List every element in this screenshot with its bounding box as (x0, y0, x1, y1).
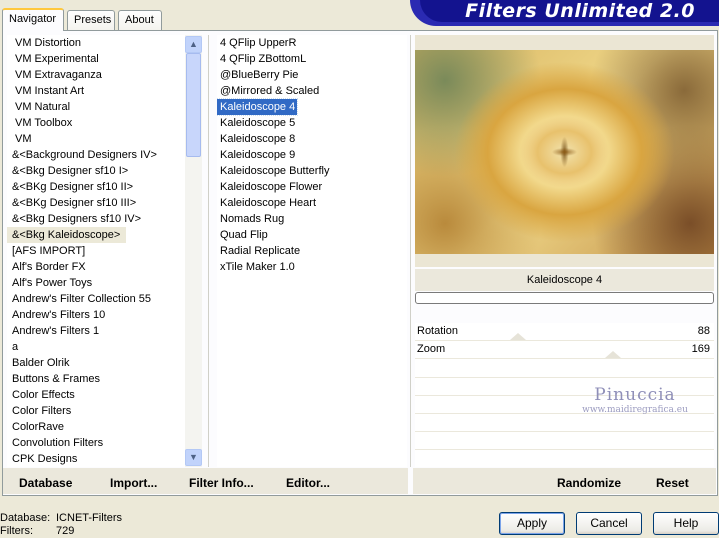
divider (410, 35, 411, 467)
randomize-button[interactable]: Randomize (557, 476, 621, 490)
list-item[interactable]: Kaleidoscope Heart (217, 195, 407, 211)
list-item[interactable]: xTile Maker 1.0 (217, 259, 407, 275)
list-item[interactable]: Kaleidoscope 9 (217, 147, 407, 163)
list-item[interactable]: Kaleidoscope Flower (217, 179, 407, 195)
watermark: Pinuccia www.maidiregrafica.eu (570, 385, 700, 415)
database-button[interactable]: Database (19, 476, 72, 490)
list-item[interactable]: &<Bkg Designer sf10 I> (7, 163, 185, 179)
list-item[interactable]: Alf's Power Toys (7, 275, 185, 291)
list-item[interactable]: Color Effects (7, 387, 185, 403)
slider-row-empty (415, 449, 714, 450)
list-item[interactable]: 4 QFlip ZBottomL (217, 51, 407, 67)
scroll-thumb[interactable] (186, 53, 201, 157)
list-item[interactable]: Nomads Rug (217, 211, 407, 227)
list-item[interactable]: Andrew's Filter Collection 55 (7, 291, 185, 307)
list-item[interactable]: Alf's Border FX (7, 259, 185, 275)
list-item[interactable]: Andrew's Filters 1 (7, 323, 185, 339)
slider-marker (605, 351, 622, 358)
scroll-up-button[interactable]: ▲ (185, 36, 202, 53)
slider-label: Zoom (417, 343, 446, 355)
list-item[interactable]: Kaleidoscope Butterfly (217, 163, 407, 179)
editor-button[interactable]: Editor... (286, 476, 330, 490)
slider-value: 88 (697, 325, 710, 337)
tab-about[interactable]: About (118, 10, 162, 30)
slider-row-empty (415, 377, 714, 378)
preview-filter-name: Kaleidoscope 4 (415, 269, 714, 291)
category-list[interactable]: VM Distortion VM Experimental VM Extravaga… (7, 35, 185, 467)
list-item[interactable]: Convolution Filters (7, 435, 185, 451)
divider (208, 35, 209, 467)
list-item[interactable]: Color Filters (7, 403, 185, 419)
app-banner-title: Filters Unlimited 2.0 (420, 0, 719, 22)
list-item[interactable]: &<Bkg Designers sf10 IV> (7, 211, 185, 227)
list-item[interactable]: [AFS IMPORT] (7, 243, 185, 259)
list-item[interactable]: VM Experimental (7, 51, 185, 67)
category-scrollbar[interactable]: ▲ ▼ (185, 35, 202, 467)
list-item[interactable]: VM Distortion (7, 35, 185, 51)
list-item[interactable]: &<BKg Designer sf10 II> (7, 179, 185, 195)
tab-navigator[interactable]: Navigator (2, 8, 64, 31)
status-area: Database: ICNET-Filters Filters: 729 (0, 512, 122, 538)
list-item[interactable]: @Mirrored & Scaled (217, 83, 407, 99)
preview-area (415, 35, 714, 267)
list-item[interactable]: 4 QFlip UpperR (217, 35, 407, 51)
list-item[interactable]: Kaleidoscope 5 (217, 115, 407, 131)
progress-bar (415, 292, 714, 304)
list-item[interactable]: &<BKg Designer sf10 III> (7, 195, 185, 211)
slider-label: Rotation (417, 325, 458, 337)
filter-list[interactable]: 4 QFlip UpperR 4 QFlip ZBottomL @BlueBerry… (217, 35, 407, 467)
list-item[interactable]: Buttons & Frames (7, 371, 185, 387)
scroll-down-button[interactable]: ▼ (185, 449, 202, 466)
list-item[interactable]: VM Natural (7, 99, 185, 115)
slider-value: 169 (691, 343, 710, 355)
database-label: Database: (0, 512, 51, 524)
filter-info-button[interactable]: Filter Info... (189, 476, 254, 490)
list-item[interactable]: Balder Olrik (7, 355, 185, 371)
list-item[interactable]: Andrew's Filters 10 (7, 307, 185, 323)
reset-button[interactable]: Reset (656, 476, 689, 490)
database-value: ICNET-Filters (56, 512, 122, 524)
list-item[interactable]: ColorRave (7, 419, 185, 435)
import-button[interactable]: Import... (110, 476, 157, 490)
list-item[interactable]: &<Bkg Kaleidoscope> (7, 227, 127, 243)
slider-row-empty (415, 431, 714, 432)
list-item[interactable]: CPK Designs (7, 451, 185, 467)
list-item[interactable]: Kaleidoscope 8 (217, 131, 407, 147)
list-item[interactable]: VM Toolbox (7, 115, 185, 131)
watermark-name: Pinuccia (594, 385, 676, 405)
list-item[interactable]: a (7, 339, 185, 355)
list-item[interactable]: Radial Replicate (217, 243, 407, 259)
list-item[interactable]: Kaleidoscope 4 (217, 98, 299, 116)
list-item[interactable]: Quad Flip (217, 227, 407, 243)
slider-marker (510, 333, 527, 340)
list-item[interactable]: VM Extravaganza (7, 67, 185, 83)
watermark-url: www.maidiregrafica.eu (582, 405, 688, 415)
list-item[interactable]: @BlueBerry Pie (217, 67, 407, 83)
rotation-slider[interactable]: Rotation 88 (415, 323, 714, 341)
list-item[interactable]: VM (7, 131, 185, 147)
list-item[interactable]: &<Background Designers IV> (7, 147, 185, 163)
filter-preview-image (415, 50, 714, 254)
list-item[interactable]: VM Instant Art (7, 83, 185, 99)
filters-count-value: 729 (56, 525, 75, 537)
zoom-slider[interactable]: Zoom 169 (415, 341, 714, 359)
tab-presets[interactable]: Presets (67, 10, 115, 30)
